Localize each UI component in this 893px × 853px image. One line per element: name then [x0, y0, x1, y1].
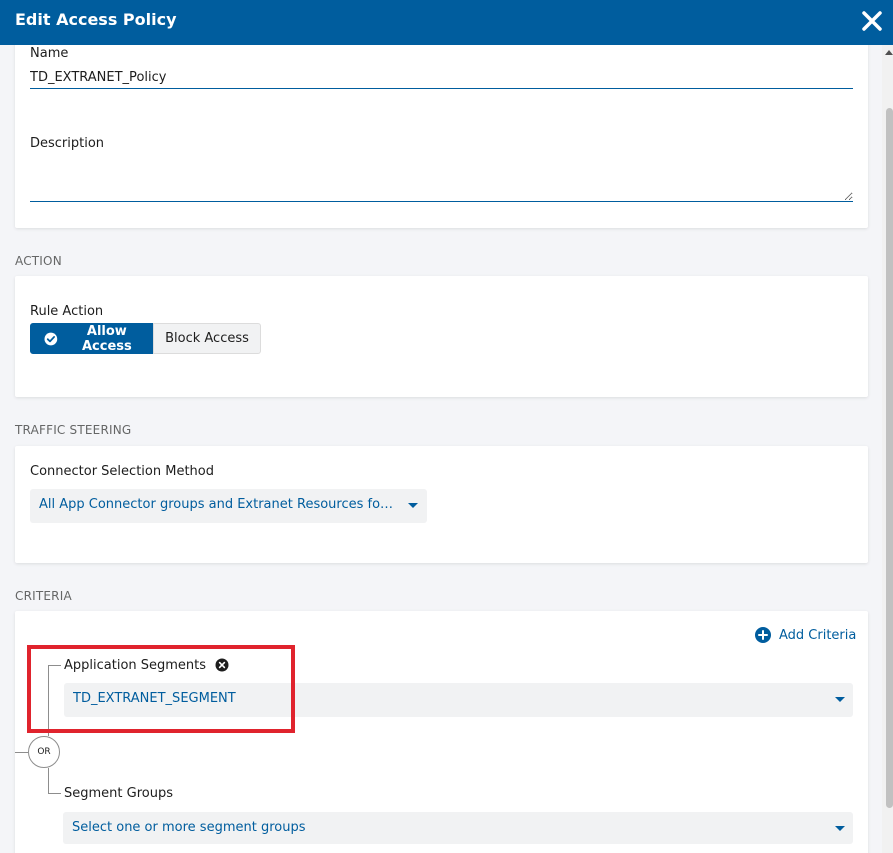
rule-action-label: Rule Action	[30, 304, 104, 319]
highlight-annotation-box	[27, 645, 295, 733]
scrollbar-thumb[interactable]	[886, 108, 893, 808]
close-icon[interactable]	[859, 8, 885, 34]
dialog-header: Edit Access Policy	[0, 0, 893, 45]
segment-groups-placeholder: Select one or more segment groups	[72, 820, 306, 835]
plus-circle-icon	[755, 627, 771, 643]
criteria-section-title: CRITERIA	[15, 589, 72, 603]
block-access-button[interactable]: Block Access	[153, 323, 261, 354]
segment-groups-dropdown[interactable]: Select one or more segment groups	[63, 812, 853, 844]
connector-selection-label: Connector Selection Method	[30, 464, 214, 479]
close-button[interactable]	[859, 8, 885, 34]
traffic-section-title: TRAFFIC STEERING	[15, 423, 132, 437]
allow-access-label: Allow Access	[81, 323, 132, 354]
name-label: Name	[30, 46, 69, 61]
description-textarea[interactable]	[30, 160, 853, 202]
segment-groups-label: Segment Groups	[64, 786, 173, 801]
chevron-down-icon	[408, 503, 418, 508]
chevron-down-icon	[835, 826, 845, 831]
traffic-card: Connector Selection Method All App Conne…	[15, 446, 868, 563]
add-criteria-button[interactable]: Add Criteria	[755, 627, 856, 643]
check-circle-icon	[44, 332, 58, 345]
chevron-down-icon	[835, 697, 845, 702]
connector-selection-value: All App Connector groups and Extranet Re…	[39, 497, 394, 512]
tree-connector	[48, 793, 61, 794]
add-criteria-label: Add Criteria	[779, 627, 857, 643]
name-input[interactable]	[30, 66, 853, 89]
general-card: Name Description	[15, 45, 868, 228]
dialog-title: Edit Access Policy	[15, 10, 177, 29]
tree-connector	[48, 768, 49, 793]
description-label: Description	[30, 136, 105, 151]
tree-connector	[15, 752, 28, 753]
block-access-label: Block Access	[165, 331, 249, 346]
connector-selection-dropdown[interactable]: All App Connector groups and Extranet Re…	[30, 489, 427, 523]
allow-access-button[interactable]: Allow Access	[30, 323, 154, 354]
action-section-title: ACTION	[15, 254, 62, 268]
or-operator-badge[interactable]: OR	[28, 736, 60, 768]
scroll-up-arrow-icon[interactable]	[885, 50, 893, 55]
action-card: Rule Action Allow Access Block Access	[15, 276, 868, 397]
